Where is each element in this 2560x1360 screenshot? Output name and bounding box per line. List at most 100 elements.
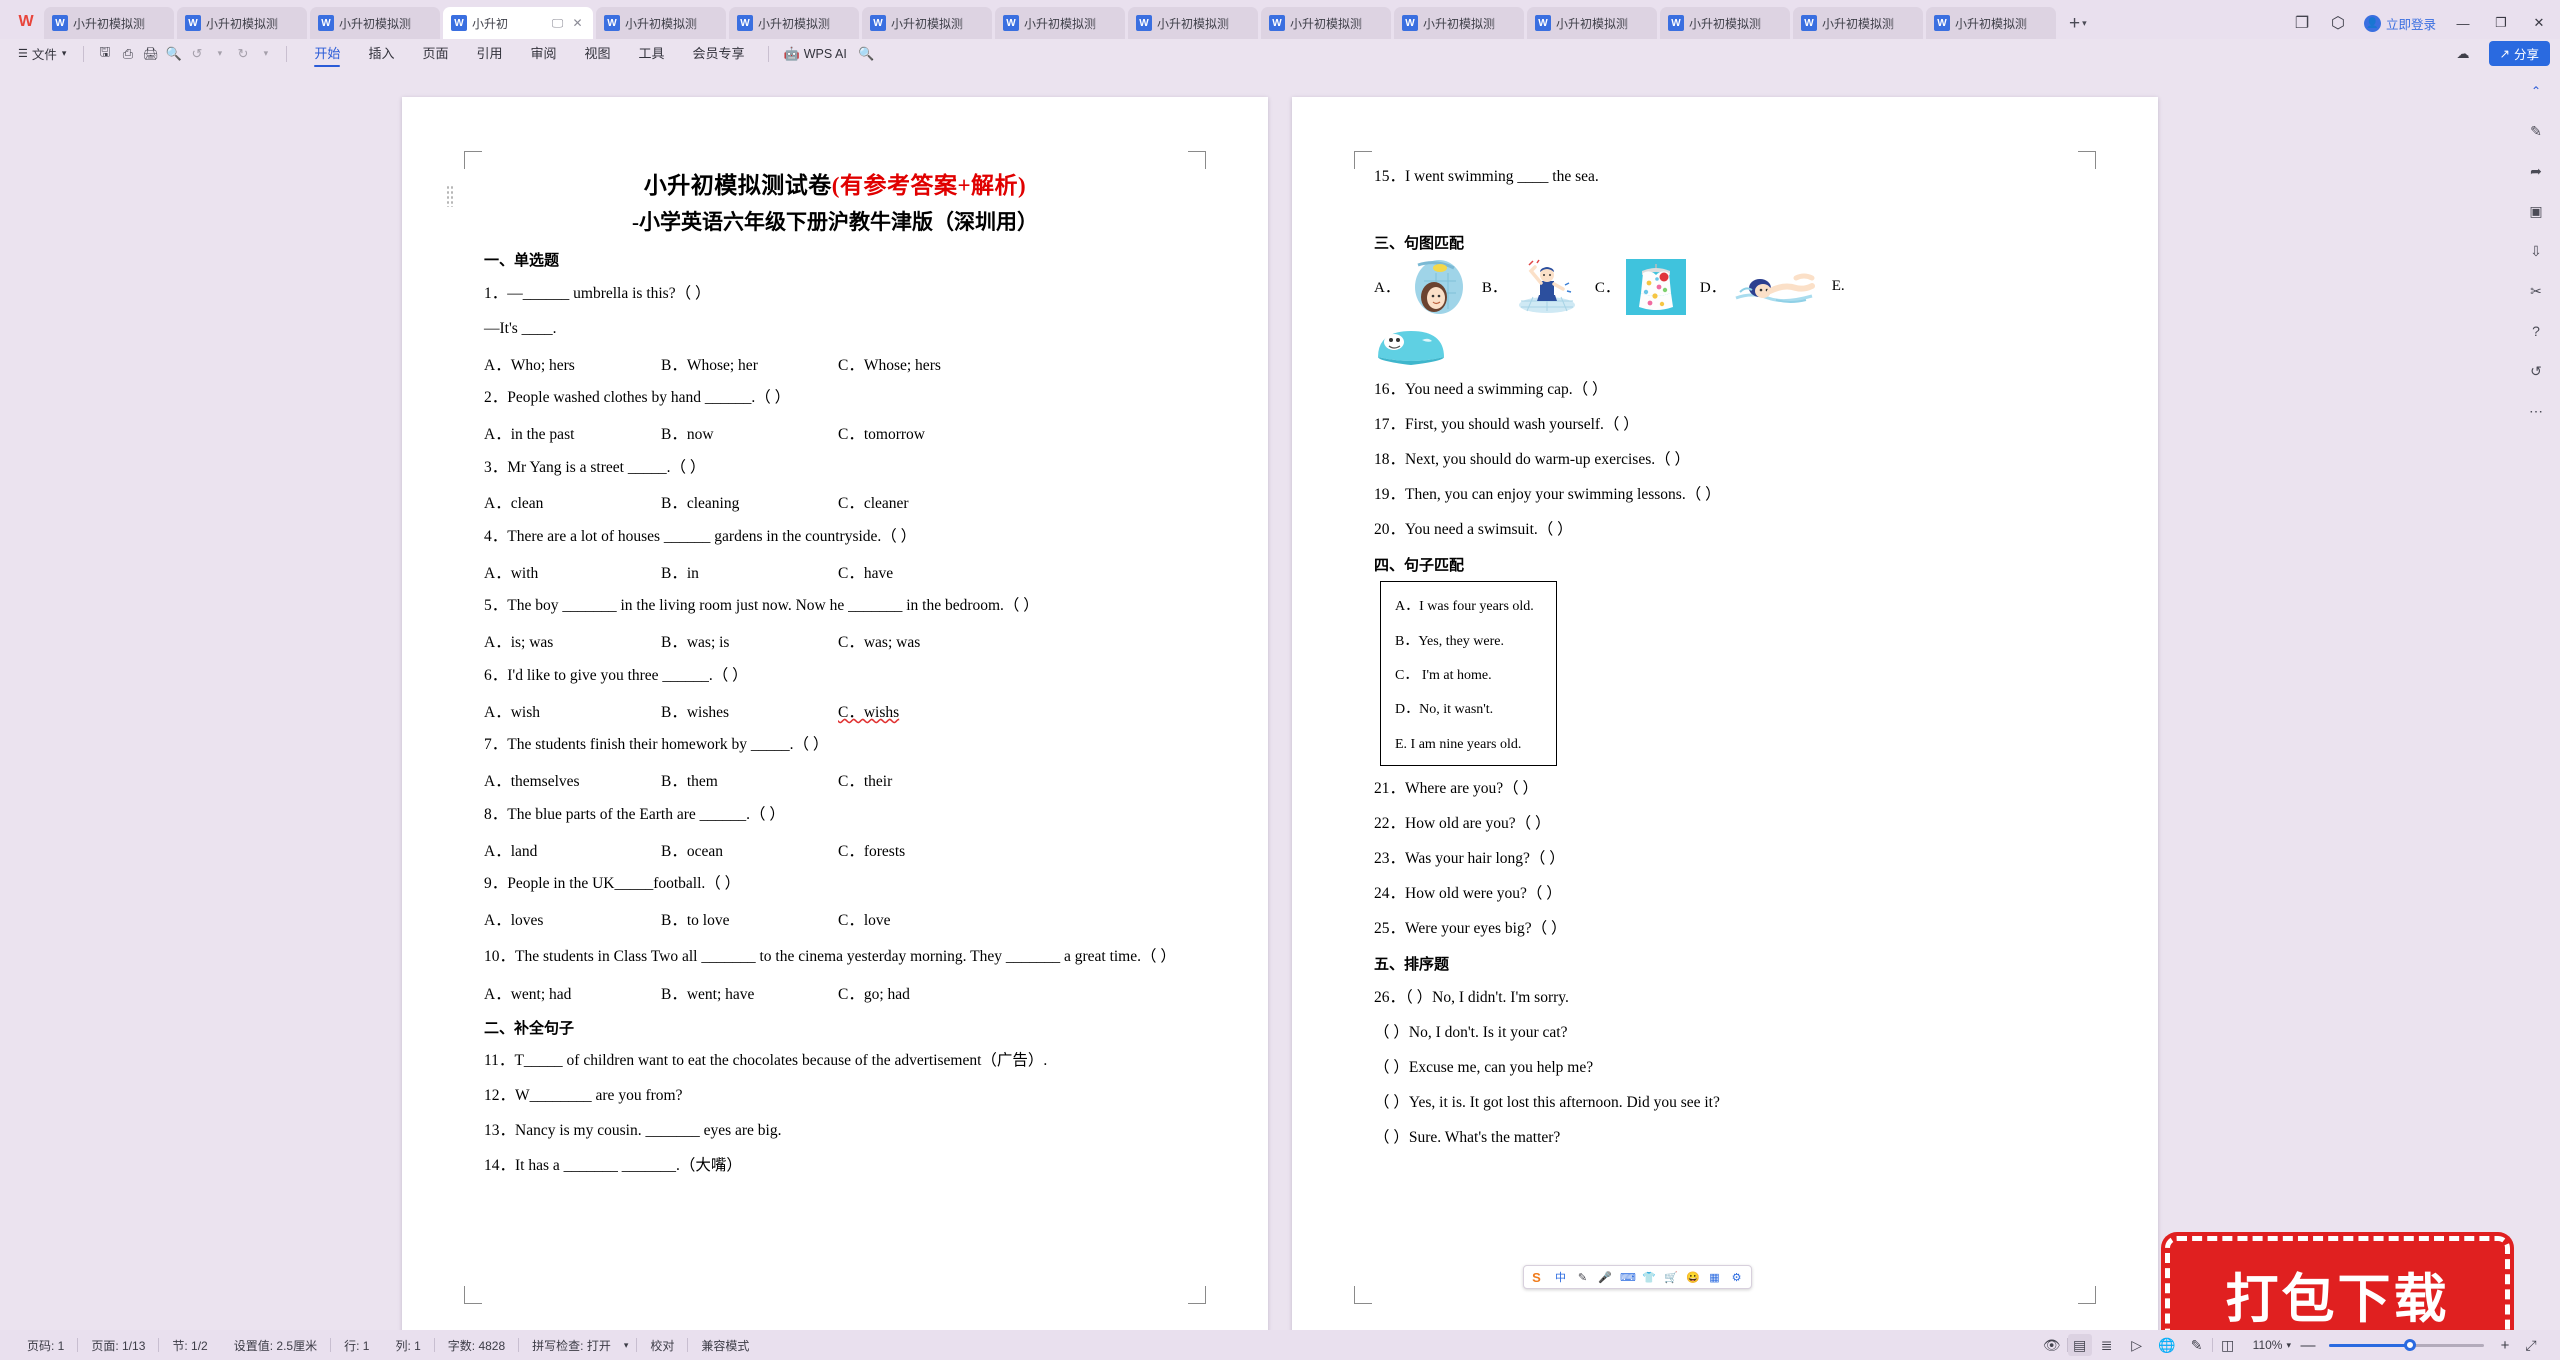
document-tab[interactable]: W 小升初模拟测 <box>310 7 440 39</box>
copy-window-icon[interactable]: ❐ <box>2292 13 2312 33</box>
fullscreen-icon[interactable]: ⤢ <box>2516 1334 2546 1356</box>
cloud-save-icon[interactable]: ⎙ <box>116 43 139 64</box>
ribbon-tab-view[interactable]: 视图 <box>571 40 625 67</box>
fit-page-icon[interactable]: ◫ <box>2213 1334 2243 1356</box>
status-page-number[interactable]: 页码: 1 <box>14 1337 77 1354</box>
chevron-down-icon[interactable]: ▾ <box>2082 18 2087 29</box>
document-tab[interactable]: W 小升初模拟测 <box>177 7 307 39</box>
screenshot-icon[interactable]: ✂ <box>2522 278 2550 304</box>
chevron-down-icon[interactable]: ▾ <box>2286 1340 2297 1351</box>
zoom-in-button[interactable]: + <box>2494 1337 2516 1354</box>
outline-view-icon[interactable]: ≣ <box>2092 1334 2122 1356</box>
ime-floating-toolbar[interactable]: S 中 ✎ 🎤 ⌨ 👕 🛒 😀 ▦ ⚙ <box>1523 1265 1752 1289</box>
collapse-panel-icon[interactable]: ⌃ <box>2522 78 2550 104</box>
chevron-down-icon[interactable]: ▾ <box>624 1340 629 1351</box>
ime-voice-icon[interactable]: 🎤 <box>1598 1271 1612 1284</box>
ime-settings-icon[interactable]: ⚙ <box>1730 1271 1743 1284</box>
page-layout-view-icon[interactable]: ▤ <box>2067 1334 2092 1356</box>
undo-dropdown-icon[interactable]: ▾ <box>208 43 231 64</box>
cursor-select-icon[interactable]: ➦ <box>2522 158 2550 184</box>
redo-icon[interactable]: ↻ <box>231 43 254 64</box>
match-option: A．I was four years old. <box>1395 599 1534 615</box>
zoom-slider[interactable] <box>2329 1338 2484 1352</box>
eye-view-icon[interactable]: 👁 <box>2037 1334 2067 1356</box>
undo-icon[interactable]: ↺ <box>185 43 208 64</box>
document-page-1[interactable]: 小升初模拟测试卷(有参考答案+解析) -小学英语六年级下册沪教牛津版（深圳用） … <box>402 97 1268 1330</box>
ribbon-tab-membership[interactable]: 会员专享 <box>679 40 759 67</box>
search-icon[interactable]: 🔍 <box>855 43 878 64</box>
status-word-count[interactable]: 字数: 4828 <box>435 1337 518 1354</box>
minimize-button[interactable]: — <box>2452 16 2474 31</box>
help-icon[interactable]: ? <box>2522 318 2550 344</box>
ribbon-tab-home[interactable]: 开始 <box>300 40 354 67</box>
annotate-view-icon[interactable]: ✎ <box>2182 1334 2212 1356</box>
edit-pencil-icon[interactable]: ✎ <box>2522 118 2550 144</box>
document-tab[interactable]: W 小升初模拟测 <box>1394 7 1524 39</box>
ribbon-tab-insert[interactable]: 插入 <box>354 40 408 67</box>
file-menu-button[interactable]: ☰ 文件 ▾ <box>10 42 74 65</box>
writer-file-icon: W <box>1668 15 1684 31</box>
document-tab[interactable]: W 小升初模拟测 <box>729 7 859 39</box>
status-compatibility-mode[interactable]: 兼容模式 <box>688 1337 762 1354</box>
option: C．love <box>838 912 891 930</box>
export-pdf-icon[interactable]: ⇩ <box>2522 238 2550 264</box>
history-icon[interactable]: ↺ <box>2522 358 2550 384</box>
document-tab[interactable]: W 小升初模拟测 <box>44 7 174 39</box>
status-spellcheck[interactable]: 拼写检查: 打开 <box>519 1337 624 1354</box>
document-tab[interactable]: W 小升初模拟测 <box>596 7 726 39</box>
ribbon-tab-page[interactable]: 页面 <box>408 40 462 67</box>
ime-emoji-icon[interactable]: 😀 <box>1686 1271 1700 1284</box>
ime-toolbox-icon[interactable]: ▦ <box>1708 1271 1721 1284</box>
ime-chinese-mode[interactable]: 中 <box>1554 1269 1567 1285</box>
status-section[interactable]: 节: 1/2 <box>159 1337 220 1354</box>
zoom-out-button[interactable]: — <box>2297 1337 2319 1354</box>
ribbon-tab-reference[interactable]: 引用 <box>462 40 516 67</box>
document-tab[interactable]: W 小升初模拟测 <box>1261 7 1391 39</box>
ime-handwriting-icon[interactable]: ✎ <box>1576 1271 1589 1284</box>
status-margin-value[interactable]: 设置值: 2.5厘米 <box>221 1337 330 1354</box>
status-page-count[interactable]: 页面: 1/13 <box>78 1337 158 1354</box>
zoom-slider-knob[interactable] <box>2403 1339 2416 1351</box>
pages-container[interactable]: 小升初模拟测试卷(有参考答案+解析) -小学英语六年级下册沪教牛津版（深圳用） … <box>0 68 2560 1330</box>
web-view-icon[interactable]: 🌐 <box>2152 1334 2182 1356</box>
document-tab[interactable]: W 小升初模拟测 <box>1660 7 1790 39</box>
ribbon-tab-review[interactable]: 审阅 <box>516 40 570 67</box>
status-proofread[interactable]: 校对 <box>637 1337 687 1354</box>
wps-ai-button[interactable]: 🤖 WPS AI <box>778 46 847 62</box>
download-watermark-badge[interactable]: 打包下载 <box>2165 1236 2510 1330</box>
new-tab-button[interactable]: + ▾ <box>2059 7 2097 39</box>
document-tab[interactable]: W 小升初模拟测 <box>1527 7 1657 39</box>
wps-logo-icon[interactable]: W <box>6 5 44 39</box>
ime-shop-icon[interactable]: 🛒 <box>1664 1271 1678 1284</box>
sogou-ime-logo-icon[interactable]: S <box>1528 1268 1545 1286</box>
redo-dropdown-icon[interactable]: ▾ <box>254 43 277 64</box>
document-tab[interactable]: W 小升初模拟测 <box>862 7 992 39</box>
ribbon-tab-tools[interactable]: 工具 <box>625 40 679 67</box>
document-page-2[interactable]: 15．I went swimming ____ the sea. 三、句图匹配 … <box>1292 97 2158 1330</box>
document-tab[interactable]: W 小升初模拟测 <box>995 7 1125 39</box>
ime-skin-icon[interactable]: 👕 <box>1642 1271 1656 1284</box>
document-tab[interactable]: W 小升初模拟测 <box>1926 7 2056 39</box>
tab-close-icon[interactable]: ✕ <box>570 16 585 30</box>
cube-icon[interactable]: ⬡ <box>2328 13 2348 33</box>
paragraph-drag-handle-icon[interactable] <box>446 185 455 207</box>
comment-cloud-icon[interactable]: ☁ <box>2452 43 2475 64</box>
ime-keyboard-icon[interactable]: ⌨ <box>1620 1271 1636 1284</box>
share-button[interactable]: ↗ 分享 <box>2488 41 2550 66</box>
status-column[interactable]: 列: 1 <box>382 1337 433 1354</box>
login-button[interactable]: 👤 立即登录 <box>2363 14 2436 33</box>
status-row[interactable]: 行: 1 <box>331 1337 382 1354</box>
zoom-level-label[interactable]: 110% <box>2243 1338 2287 1352</box>
print-preview-icon[interactable]: 🔍 <box>162 43 185 64</box>
text-recognize-icon[interactable]: ▣ <box>2522 198 2550 224</box>
tab-preview-icon[interactable]: 🖵 <box>550 16 565 31</box>
close-button[interactable]: ✕ <box>2528 15 2550 31</box>
print-icon[interactable]: 🖨 <box>139 43 162 64</box>
maximize-button[interactable]: ❐ <box>2490 15 2512 31</box>
document-tab[interactable]: W 小升初模拟测 <box>1793 7 1923 39</box>
save-icon[interactable]: 🖫 <box>93 43 116 64</box>
reading-view-icon[interactable]: ▷ <box>2122 1334 2152 1356</box>
more-options-icon[interactable]: ⋯ <box>2522 398 2550 424</box>
document-tab[interactable]: W 小升初模拟测 <box>1128 7 1258 39</box>
document-tab-active[interactable]: W 小升初 🖵 ✕ <box>443 7 593 39</box>
